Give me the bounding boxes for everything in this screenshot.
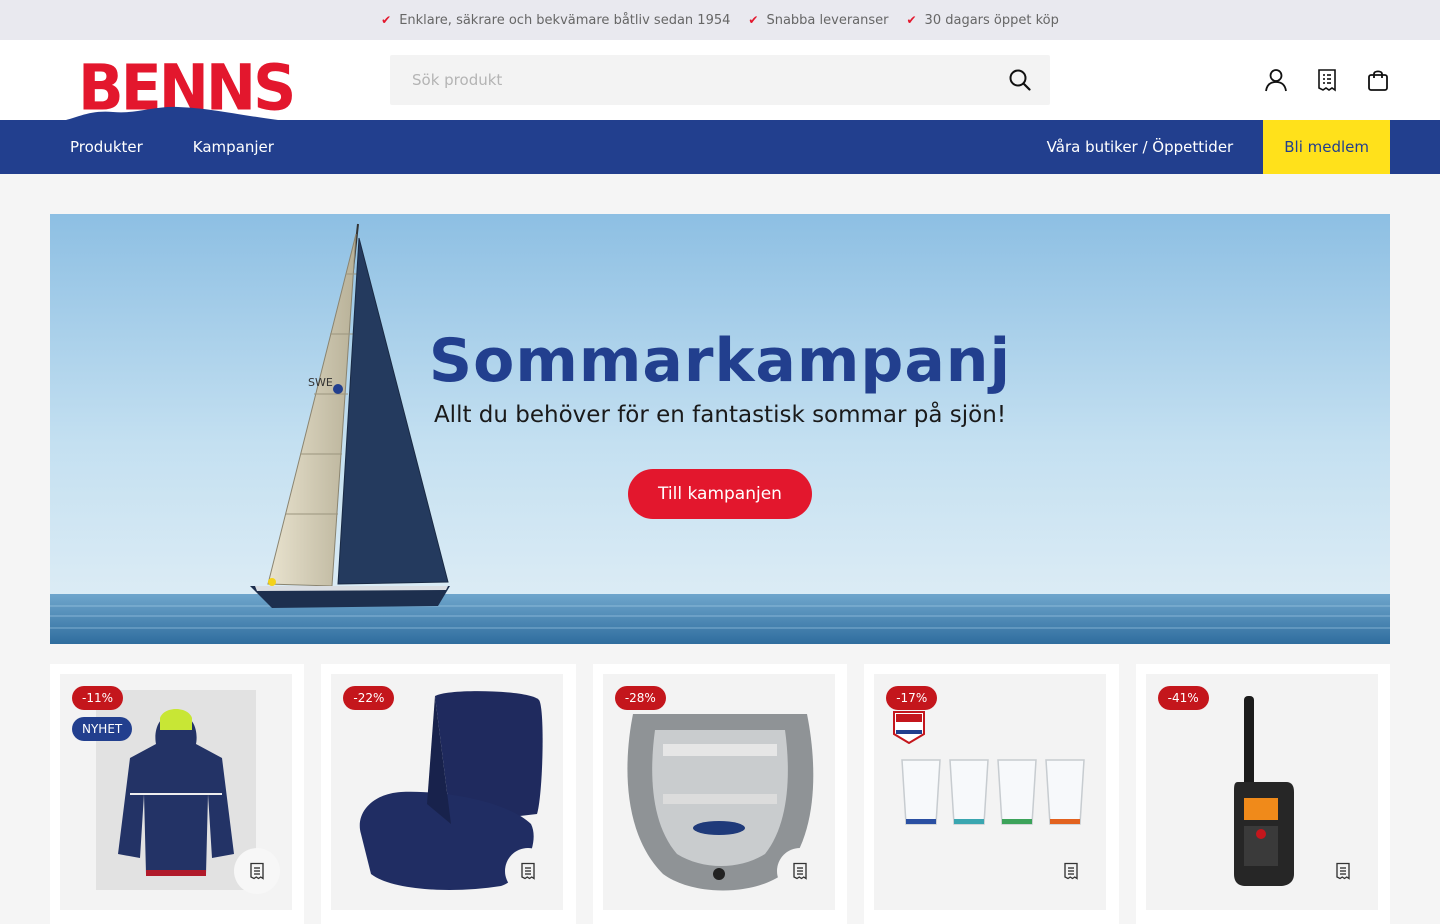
add-to-list-button[interactable] bbox=[1048, 848, 1095, 894]
discount-badge: -41% bbox=[1157, 686, 1209, 710]
discount-badge: -17% bbox=[886, 686, 938, 710]
product-grid: -11% NYHET -22% -28% -17% -41% bbox=[50, 664, 1391, 924]
site-header: BENNS bbox=[0, 40, 1440, 122]
nav-item-kampanjer[interactable]: Kampanjer bbox=[168, 120, 299, 174]
search-button[interactable] bbox=[990, 55, 1050, 105]
search-icon bbox=[1009, 69, 1031, 91]
add-to-list-button[interactable] bbox=[1319, 848, 1366, 894]
hero-subtitle: Allt du behöver för en fantastisk sommar… bbox=[433, 402, 1007, 428]
discount-badge: -28% bbox=[614, 686, 666, 710]
product-card[interactable]: -41% bbox=[1135, 664, 1391, 924]
product-image-area: -28% bbox=[602, 674, 835, 910]
checkmark-icon: ✔ bbox=[906, 13, 917, 27]
shopping-list-icon bbox=[521, 862, 536, 880]
product-card[interactable]: -11% NYHET bbox=[50, 664, 305, 924]
header-actions bbox=[1264, 68, 1390, 92]
product-card[interactable]: -22% bbox=[321, 664, 576, 924]
usp-item: ✔ Enklare, säkrare och bekvämare båtliv … bbox=[381, 13, 730, 28]
new-badge: NYHET bbox=[72, 717, 133, 741]
discount-badge: -22% bbox=[343, 686, 395, 710]
cart-icon[interactable] bbox=[1366, 68, 1390, 92]
add-to-list-button[interactable] bbox=[234, 848, 280, 894]
award-seal-icon bbox=[893, 711, 926, 744]
usp-bar: ✔ Enklare, säkrare och bekvämare båtliv … bbox=[0, 0, 1440, 40]
product-card[interactable]: -28% bbox=[592, 664, 848, 924]
usp-item: ✔ 30 dagars öppet köp bbox=[906, 13, 1058, 28]
shopping-list-icon[interactable] bbox=[1315, 68, 1339, 92]
hero-sailboat-image: SWE bbox=[50, 214, 1390, 644]
hero-banner[interactable]: SWE Sommarkampanj Allt du behöver för en… bbox=[50, 214, 1390, 644]
main-nav: Produkter Kampanjer Våra butiker / Öppet… bbox=[0, 120, 1440, 174]
checkmark-icon: ✔ bbox=[381, 13, 392, 27]
benns-logo[interactable]: BENNS bbox=[58, 56, 296, 122]
discount-badge: -11% bbox=[72, 686, 124, 710]
shopping-list-icon bbox=[1064, 862, 1078, 880]
shopping-list-icon bbox=[250, 862, 264, 880]
shopping-list-icon bbox=[793, 862, 807, 880]
hero-title: Sommarkampanj bbox=[428, 326, 1012, 396]
add-to-list-button[interactable] bbox=[776, 848, 823, 894]
product-image-area: -41% bbox=[1145, 674, 1378, 910]
campaign-button[interactable]: Till kampanjen bbox=[628, 469, 812, 519]
nav-item-produkter[interactable]: Produkter bbox=[45, 120, 168, 174]
become-member-button[interactable]: Bli medlem bbox=[1263, 120, 1390, 174]
usp-text: Enklare, säkrare och bekvämare båtliv se… bbox=[399, 12, 731, 28]
product-image-area: -17% bbox=[874, 674, 1107, 910]
account-icon[interactable] bbox=[1264, 68, 1288, 92]
product-image-area: -11% NYHET bbox=[60, 674, 292, 910]
product-image-area: -22% bbox=[331, 674, 564, 910]
search-input[interactable] bbox=[390, 55, 990, 105]
usp-text: 30 dagars öppet köp bbox=[924, 12, 1059, 28]
checkmark-icon: ✔ bbox=[748, 13, 759, 27]
product-card[interactable]: -17% bbox=[864, 664, 1119, 924]
shopping-list-icon bbox=[1335, 862, 1350, 880]
nav-item-stores[interactable]: Våra butiker / Öppettider bbox=[1022, 120, 1259, 174]
usp-text: Snabba leveranser bbox=[766, 12, 889, 28]
usp-item: ✔ Snabba leveranser bbox=[748, 13, 888, 28]
search-bar bbox=[390, 55, 1050, 105]
